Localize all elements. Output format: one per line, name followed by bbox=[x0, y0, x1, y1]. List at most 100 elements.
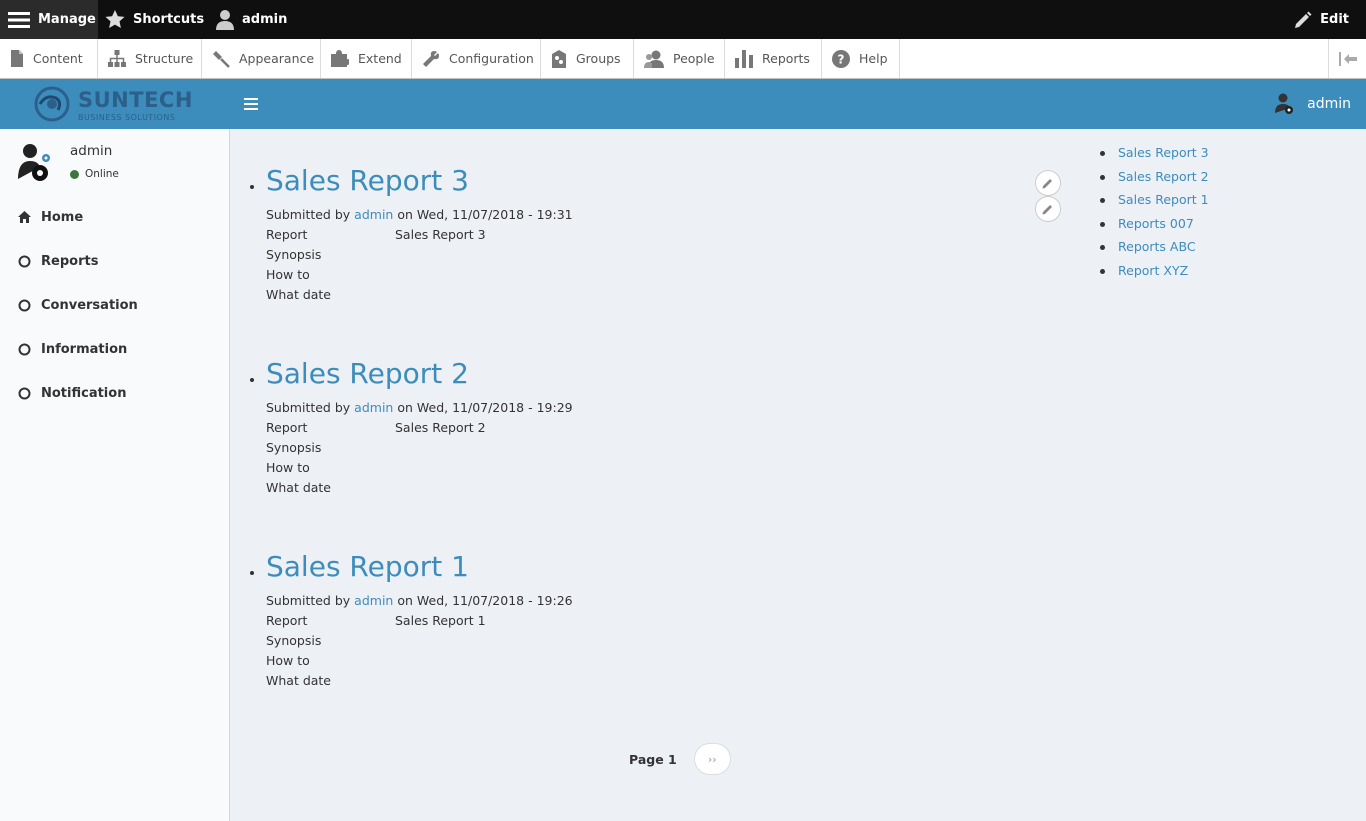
sidebar-item-label: Information bbox=[41, 341, 128, 357]
tray-item-label: People bbox=[673, 51, 715, 66]
user-panel: admin Online bbox=[16, 141, 216, 191]
sidebar-item-label: Reports bbox=[41, 253, 99, 269]
logo-subtitle: BUSINESS SOLUTIONS bbox=[78, 113, 176, 122]
user-icon bbox=[216, 9, 234, 30]
sidebar-toggle[interactable] bbox=[244, 98, 258, 114]
header-user-name: admin bbox=[1307, 96, 1351, 112]
field-label: Report bbox=[266, 420, 308, 435]
recent-content-link[interactable]: Report XYZ bbox=[1118, 263, 1188, 278]
logo-title: SUNTECH bbox=[78, 88, 193, 112]
user-status: Online bbox=[70, 168, 119, 180]
list-item: Report XYZ bbox=[1100, 263, 1300, 287]
list-item: Sales Report 3 bbox=[1100, 145, 1300, 169]
field-value: Sales Report 2 bbox=[395, 420, 486, 435]
sidebar-item-label: Home bbox=[41, 209, 84, 225]
tray-item-label: Appearance bbox=[239, 51, 315, 66]
recent-content-link[interactable]: Sales Report 2 bbox=[1118, 169, 1209, 184]
tray-item-extend[interactable]: Extend bbox=[321, 39, 412, 78]
site-header: SUNTECH BUSINESS SOLUTIONS admin bbox=[0, 79, 1366, 129]
list-bullet bbox=[250, 378, 254, 382]
list-item: Sales Report 1 bbox=[1100, 192, 1300, 216]
tray-orientation-toggle[interactable] bbox=[1328, 39, 1366, 78]
submitted-date: on Wed, 11/07/2018 - 19:31 bbox=[397, 207, 573, 222]
submitted-date: on Wed, 11/07/2018 - 19:29 bbox=[397, 400, 573, 415]
user-menu-button[interactable]: admin bbox=[216, 0, 287, 39]
shortcuts-button[interactable]: Shortcuts bbox=[105, 0, 204, 39]
tray-item-reports[interactable]: Reports bbox=[725, 39, 822, 78]
field-label: How to bbox=[266, 267, 310, 282]
admin-tray: Content Structure Appearance Extend Conf… bbox=[0, 39, 1366, 79]
manage-label: Manage bbox=[38, 12, 96, 27]
circle-icon bbox=[18, 299, 31, 311]
submitted-date: on Wed, 11/07/2018 - 19:26 bbox=[397, 593, 573, 608]
sidebar-item-home[interactable]: Home bbox=[18, 207, 83, 227]
paintbrush-icon bbox=[213, 50, 230, 68]
field-label: Synopsis bbox=[266, 440, 322, 455]
collapse-left-icon bbox=[1338, 51, 1357, 66]
list-bullet bbox=[250, 185, 254, 189]
recent-content-link[interactable]: Sales Report 1 bbox=[1118, 192, 1209, 207]
tray-item-label: Content bbox=[33, 51, 83, 66]
field-label: Synopsis bbox=[266, 247, 322, 262]
tray-item-help[interactable]: ? Help bbox=[822, 39, 900, 78]
node-title-link[interactable]: Sales Report 2 bbox=[266, 354, 469, 394]
sidebar-item-reports[interactable]: Reports bbox=[18, 251, 98, 271]
sidebar-item-notification[interactable]: Notification bbox=[18, 383, 126, 403]
edit-mode-button[interactable]: Edit bbox=[1294, 0, 1349, 39]
contextual-edit-button[interactable] bbox=[1035, 196, 1061, 222]
sidebar-item-label: Conversation bbox=[41, 297, 138, 313]
sitemap-icon bbox=[108, 50, 126, 67]
field-value: Sales Report 1 bbox=[395, 613, 486, 628]
author-link[interactable]: admin bbox=[354, 593, 393, 608]
pencil-icon bbox=[1042, 179, 1052, 189]
node-teaser: Sales Report 3 Submitted by admin on Wed… bbox=[250, 161, 950, 311]
node-teaser: Sales Report 2 Submitted by admin on Wed… bbox=[250, 354, 950, 504]
field-value: Sales Report 3 bbox=[395, 227, 486, 242]
node-submitted: Submitted by admin on Wed, 11/07/2018 - … bbox=[266, 207, 573, 222]
pencil-icon bbox=[1295, 11, 1312, 28]
header-user-menu[interactable]: admin bbox=[1275, 92, 1351, 116]
recent-content-link[interactable]: Reports 007 bbox=[1118, 216, 1194, 231]
svg-text:?: ? bbox=[838, 52, 845, 66]
author-link[interactable]: admin bbox=[354, 207, 393, 222]
user-avatar-icon bbox=[18, 144, 50, 181]
swirl-logo-icon bbox=[34, 86, 70, 122]
node-title-link[interactable]: Sales Report 1 bbox=[266, 547, 469, 587]
submitted-prefix: Submitted by bbox=[266, 400, 351, 415]
bar-chart-icon bbox=[735, 49, 753, 68]
wrench-icon bbox=[423, 50, 439, 67]
author-link[interactable]: admin bbox=[354, 400, 393, 415]
hamburger-icon bbox=[244, 98, 258, 110]
tray-item-label: Extend bbox=[358, 51, 402, 66]
field-label: What date bbox=[266, 287, 332, 302]
pager-next-button[interactable]: ›› bbox=[693, 743, 731, 775]
node-title-link[interactable]: Sales Report 3 bbox=[266, 161, 469, 201]
tray-item-people[interactable]: People bbox=[634, 39, 725, 78]
tray-item-structure[interactable]: Structure bbox=[98, 39, 202, 78]
main-content: Sales Report 3 Submitted by admin on Wed… bbox=[230, 129, 1366, 821]
contextual-edit-button[interactable] bbox=[1035, 170, 1061, 196]
sidebar-item-conversation[interactable]: Conversation bbox=[18, 295, 138, 315]
sidebar-user-name: admin bbox=[70, 143, 113, 159]
online-status-icon bbox=[70, 169, 79, 179]
manage-button[interactable]: Manage bbox=[0, 0, 98, 39]
tray-item-label: Help bbox=[859, 51, 888, 66]
tray-item-groups[interactable]: Groups bbox=[541, 39, 634, 78]
field-label: What date bbox=[266, 673, 332, 688]
recent-content-link[interactable]: Reports ABC bbox=[1118, 239, 1196, 254]
tray-item-appearance[interactable]: Appearance bbox=[202, 39, 321, 78]
list-item: Sales Report 2 bbox=[1100, 169, 1300, 193]
tray-item-content[interactable]: Content bbox=[0, 39, 98, 78]
submitted-prefix: Submitted by bbox=[266, 593, 351, 608]
pager: Page 1 ›› bbox=[629, 743, 731, 775]
recent-content-link[interactable]: Sales Report 3 bbox=[1118, 145, 1209, 160]
user-settings-icon bbox=[1275, 93, 1294, 114]
site-logo[interactable]: SUNTECH BUSINESS SOLUTIONS bbox=[32, 86, 192, 122]
user-menu-label: admin bbox=[242, 12, 288, 27]
node-submitted: Submitted by admin on Wed, 11/07/2018 - … bbox=[266, 400, 573, 415]
sidebar-item-information[interactable]: Information bbox=[18, 339, 127, 359]
field-label: Report bbox=[266, 613, 308, 628]
tray-item-configuration[interactable]: Configuration bbox=[412, 39, 541, 78]
home-icon bbox=[18, 211, 31, 223]
edit-label: Edit bbox=[1320, 12, 1349, 27]
